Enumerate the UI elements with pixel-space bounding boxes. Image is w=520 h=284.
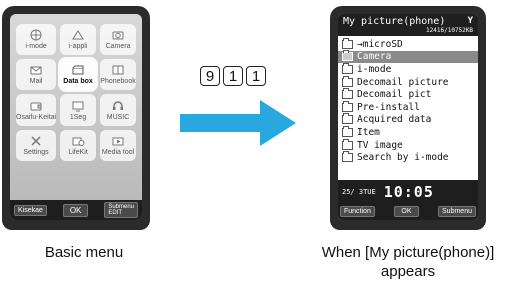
my-picture-screen: My picture(phone) Y 12416/10752KB →micro…: [338, 14, 478, 220]
book-icon: [110, 63, 126, 77]
folder-item-camera[interactable]: Camera: [338, 50, 478, 64]
arrow-right-icon: [180, 100, 296, 146]
folder-icon: [342, 151, 353, 163]
my-picture-header: My picture(phone) Y 12416/10752KB: [338, 14, 478, 36]
folder-list: →microSD Camera i-mode Decomail picture …: [338, 36, 478, 164]
caption-my-picture: When [My picture(phone)] appears: [321, 244, 495, 280]
menu-grid: i-mode i-appli Camera Mail Data box Phon…: [16, 24, 136, 196]
mail-icon: [28, 63, 44, 77]
folder-icon: [342, 138, 353, 150]
headphones-icon: [110, 99, 126, 113]
folder-label: Item: [357, 126, 380, 138]
databox-icon: [70, 63, 86, 77]
softkey-ok[interactable]: OK: [394, 205, 419, 217]
softkey-submenu[interactable]: Submenu EDIT: [104, 202, 138, 218]
my-picture-softkeys: Function OK Submenu: [340, 204, 476, 218]
folder-item-search-by-i-mode[interactable]: Search by i-mode: [338, 151, 478, 164]
tools-icon: [28, 134, 44, 148]
my-picture-footer: 25/ 3TUE 10:05 Function OK Submenu: [338, 180, 478, 220]
signal-icon: Y: [467, 16, 473, 26]
screen-title: My picture(phone): [343, 16, 446, 27]
menu-tile-music[interactable]: MUSIC: [100, 94, 136, 126]
folder-icon: [342, 50, 353, 62]
softkey-function[interactable]: Function: [340, 205, 375, 217]
menu-tile-osaifu-keitai[interactable]: Osaifu-Keitai: [16, 94, 57, 126]
phone-my-picture: My picture(phone) Y 12416/10752KB →micro…: [330, 6, 486, 230]
key-1-second: 1: [246, 66, 266, 86]
status-date: 25/ 3TUE: [342, 188, 376, 196]
folder-label: Decomail picture: [357, 76, 449, 88]
softkey-submenu[interactable]: Submenu: [438, 205, 476, 217]
key-sequence: 9 1 1: [200, 66, 266, 86]
folder-item-decomail-pict[interactable]: Decomail pict: [338, 88, 478, 101]
folder-label: Acquired data: [357, 114, 432, 126]
folder-icon: [342, 62, 353, 74]
folder-item-tv-image[interactable]: TV image: [338, 138, 478, 152]
menu-tile-mail[interactable]: Mail: [16, 59, 57, 91]
menu-tile-1seg[interactable]: 1Seg: [60, 94, 97, 126]
folder-icon: [342, 88, 353, 100]
tv-icon: [70, 99, 86, 113]
memory-counter: 12416/10752KB: [426, 27, 473, 34]
wallet-icon: [28, 99, 44, 113]
folder-label: Decomail pict: [357, 89, 432, 101]
folder-item-decomail-picture[interactable]: Decomail picture: [338, 75, 478, 89]
status-bar: 25/ 3TUE 10:05: [342, 183, 474, 201]
folder-label: →microSD: [357, 38, 403, 50]
softkey-kisekae[interactable]: Kisekae: [14, 204, 47, 216]
softkey-edit-label: EDIT: [108, 210, 122, 216]
key-1: 1: [223, 66, 243, 86]
globe-icon: [28, 28, 44, 42]
status-time: 10:05: [383, 183, 434, 201]
menu-tile-lifekit[interactable]: LifeKit: [60, 129, 97, 161]
caption-basic-menu: Basic menu: [44, 244, 124, 261]
folder-item-i-mode[interactable]: i-mode: [338, 62, 478, 76]
folder-icon: [342, 75, 353, 87]
folder-icon: [342, 37, 353, 49]
folder-item-acquired-data[interactable]: Acquired data: [338, 113, 478, 127]
folder-label: Pre-install: [357, 101, 420, 113]
folder-label: TV image: [357, 139, 403, 151]
folder-item-pre-install[interactable]: Pre-install: [338, 100, 478, 114]
folder-label: Camera: [357, 51, 392, 63]
folder-label: Search by i-mode: [357, 152, 449, 164]
folder-icon: [342, 100, 353, 112]
media-icon: [110, 134, 126, 148]
folder-icon: [342, 113, 353, 125]
folder-item-microsd[interactable]: →microSD: [338, 37, 478, 51]
menu-tile-phonebook[interactable]: Phonebook: [100, 59, 136, 91]
key-9: 9: [200, 66, 220, 86]
folder-icon: [342, 125, 353, 137]
folder-item-item[interactable]: Item: [338, 125, 478, 139]
menu-tile-i-appli[interactable]: i-appli: [60, 24, 97, 56]
basic-menu-screen: i-mode i-appli Camera Mail Data box Phon…: [10, 14, 142, 220]
appli-icon: [70, 28, 86, 42]
menu-tile-settings[interactable]: Settings: [16, 129, 57, 161]
basic-menu-softkeys: Kisekae OK Submenu EDIT: [10, 200, 142, 220]
menu-tile-i-mode[interactable]: i-mode: [16, 24, 57, 56]
lifekit-icon: [70, 134, 86, 148]
menu-tile-media-tool[interactable]: Media tool: [100, 129, 136, 161]
phone-basic-menu: i-mode i-appli Camera Mail Data box Phon…: [2, 6, 150, 230]
menu-tile-camera[interactable]: Camera: [100, 24, 136, 56]
folder-label: i-mode: [357, 63, 392, 75]
softkey-ok[interactable]: OK: [62, 203, 89, 217]
camera-icon: [110, 28, 126, 42]
menu-tile-data-box[interactable]: Data box: [58, 57, 99, 93]
